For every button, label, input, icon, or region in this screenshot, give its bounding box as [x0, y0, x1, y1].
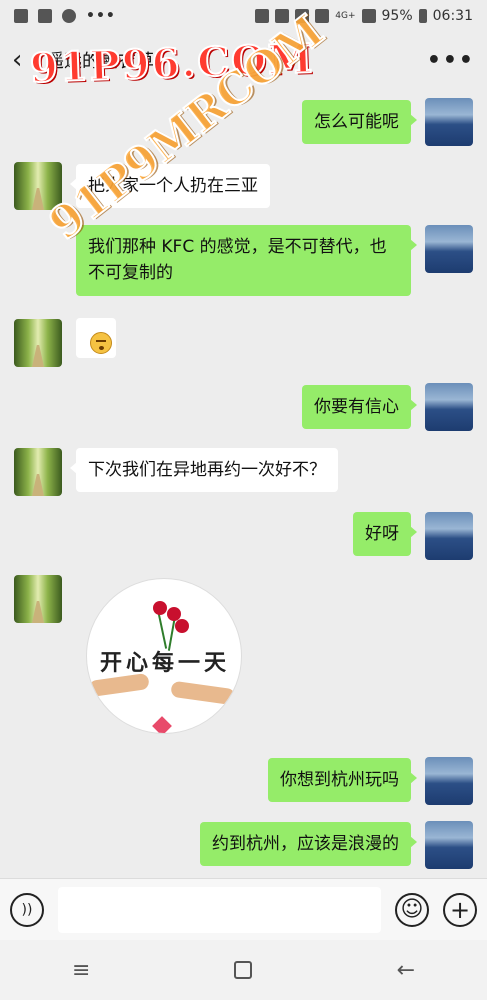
my-avatar[interactable]: [425, 821, 473, 869]
signal-strength-icon: [361, 9, 376, 23]
weather-icon: [14, 9, 28, 23]
back-button[interactable]: ‹: [12, 47, 42, 73]
voice-icon[interactable]: )): [10, 892, 44, 927]
contact-avatar[interactable]: [14, 448, 62, 496]
embarrassed-emoji-icon: [90, 332, 112, 354]
message-bubble[interactable]: 你要有信心: [302, 385, 417, 430]
rose-icon: [153, 601, 167, 615]
emoji-icon[interactable]: ☺: [395, 892, 429, 927]
chat-header: ‹ 遥远的薰衣草 •••: [0, 32, 487, 88]
heart-icon: [152, 716, 172, 733]
home-icon: [234, 961, 253, 979]
sticker-caption: 开心每一天: [99, 650, 230, 676]
my-avatar[interactable]: [425, 757, 473, 805]
recent-apps-icon[interactable]: ≡: [61, 955, 101, 985]
signal-icon: [315, 9, 330, 23]
message-list[interactable]: 怎么可能呢 把人家一个人扔在三亚 我们那种 KFC 的感觉，是不可替代，也不可复…: [0, 88, 487, 878]
contact-avatar[interactable]: [14, 162, 62, 210]
chat-title: 遥远的薰衣草: [46, 51, 154, 72]
rose-stem: [156, 609, 168, 649]
my-avatar[interactable]: [425, 98, 473, 146]
system-navigation-bar: ≡ ←: [0, 940, 487, 1000]
nfc-icon: [275, 9, 290, 23]
mute-icon: [295, 9, 310, 23]
message-bubble[interactable]: 好呀: [353, 512, 417, 557]
message-bubble[interactable]: 约到杭州，应该是浪漫的: [200, 822, 417, 867]
status-bar: ••• 4G+ 95% 06:31: [0, 0, 487, 32]
message-bubble[interactable]: 把人家一个人扔在三亚: [70, 164, 270, 209]
battery-level: 95%: [381, 8, 413, 24]
emoji-message[interactable]: [76, 318, 116, 358]
message-bubble[interactable]: 你想到杭州玩吗: [268, 758, 417, 803]
more-notifications-icon: •••: [86, 8, 116, 24]
battery-icon: [418, 9, 427, 23]
home-button[interactable]: [223, 955, 263, 985]
bluetooth-icon: [255, 9, 270, 23]
plus-icon[interactable]: +: [443, 892, 477, 927]
input-bar: )) ☺ +: [0, 878, 487, 940]
hand-icon: [170, 680, 236, 706]
message-input[interactable]: [58, 886, 381, 933]
clock: 06:31: [432, 8, 473, 24]
my-avatar[interactable]: [425, 512, 473, 560]
rose-icon: [175, 619, 189, 633]
location-icon: [62, 9, 76, 23]
image-icon: [38, 9, 52, 23]
message-bubble[interactable]: 怎么可能呢: [302, 100, 417, 145]
back-nav-icon[interactable]: ←: [386, 955, 426, 985]
network-type: 4G+: [335, 11, 356, 21]
sticker-message[interactable]: 开心每一天: [86, 578, 242, 734]
contact-avatar[interactable]: [14, 575, 62, 623]
more-options-button[interactable]: •••: [427, 48, 475, 73]
message-bubble[interactable]: 我们那种 KFC 的感觉，是不可替代，也不可复制的: [76, 225, 417, 296]
contact-avatar[interactable]: [14, 319, 62, 367]
message-bubble[interactable]: 下次我们在异地再约一次好不？: [70, 448, 338, 493]
my-avatar[interactable]: [425, 225, 473, 273]
my-avatar[interactable]: [425, 383, 473, 431]
